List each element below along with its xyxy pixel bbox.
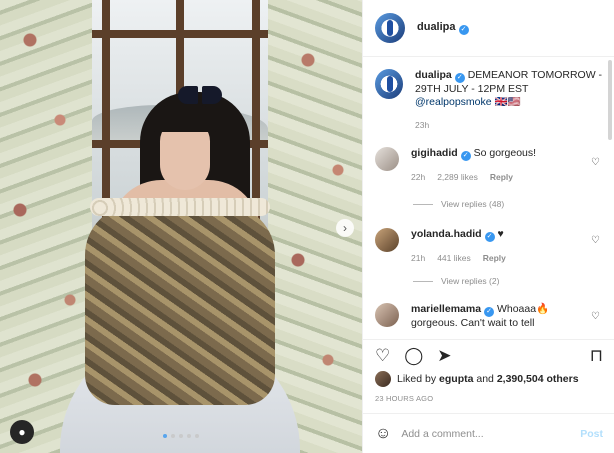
verified-badge-icon: ✓ — [484, 232, 495, 242]
avatar[interactable] — [375, 13, 405, 43]
figure-bangs — [152, 104, 218, 132]
post-side-panel: dualipa ✓ dualipa ✓ DEMEANOR TOMORROW - 29… — [362, 0, 614, 453]
heart-icon[interactable]: ♡ — [591, 235, 600, 246]
avatar[interactable] — [375, 371, 391, 387]
caption-mention[interactable]: @realpopsmoke — [415, 96, 492, 108]
view-replies-label: View replies (48) — [441, 199, 505, 209]
avatar[interactable] — [375, 303, 399, 327]
reply-button[interactable]: Reply — [490, 172, 513, 182]
comment-item: yolanda.hadid ✓ ♥ 21h 441 likes Reply — [375, 228, 605, 263]
liked-by-user[interactable]: egupta — [439, 373, 473, 385]
caption-text: dualipa ✓ DEMEANOR TOMORROW - 29TH JULY -… — [415, 69, 605, 109]
carousel-dot — [187, 434, 191, 438]
liked-by-count[interactable]: 2,390,504 others — [497, 373, 579, 385]
reply-button[interactable]: Reply — [483, 253, 506, 263]
add-comment-bar: ☺ Post — [363, 413, 614, 453]
carousel-dot — [179, 434, 183, 438]
verified-badge-icon: ✓ — [484, 307, 495, 317]
comment-username[interactable]: mariellemama — [411, 303, 481, 315]
figure-bow — [178, 84, 222, 106]
comment-icon[interactable]: ◯ — [404, 346, 423, 366]
avatar[interactable] — [375, 228, 399, 252]
scrollbar[interactable] — [608, 60, 612, 140]
figure-ruffle — [90, 198, 270, 216]
heart-icon[interactable]: ♡ — [591, 311, 600, 322]
verified-badge-icon: ✓ — [458, 25, 469, 35]
comment-username[interactable]: gigihadid — [411, 147, 458, 159]
likes-summary: Liked by egupta and 2,390,504 others — [375, 371, 579, 387]
post-header: dualipa ✓ — [363, 0, 614, 57]
comment-likes[interactable]: 441 likes — [437, 253, 471, 263]
comment-time[interactable]: 21h — [411, 253, 425, 263]
liked-by-prefix: Liked by — [397, 373, 437, 385]
avatar[interactable] — [375, 147, 399, 171]
share-icon[interactable]: ➤ — [437, 346, 451, 366]
post-photo[interactable]: › ● — [0, 0, 362, 453]
comment-likes[interactable]: 2,289 likes — [437, 172, 478, 182]
comment-time[interactable]: 22h — [411, 172, 425, 182]
heart-icon[interactable]: ♡ — [375, 346, 390, 366]
view-replies-button[interactable]: View replies (2) — [413, 276, 499, 286]
verified-badge-icon: ✓ — [454, 73, 465, 83]
carousel-dots — [163, 434, 199, 438]
comment-item: gigihadid ✓ So gorgeous! 22h 2,289 likes … — [375, 147, 605, 182]
avatar[interactable] — [375, 69, 403, 99]
comment-text: ♥ — [497, 228, 504, 240]
comment-text: So gorgeous! — [473, 147, 537, 159]
comment-item: mariellemama ✓ Whoaaa🔥 gorgeous. Can't wa… — [375, 303, 605, 330]
chevron-right-icon[interactable]: › — [336, 219, 354, 237]
action-bar: ♡ ◯ ➤ ⊓ — [363, 339, 614, 371]
figure-dress — [85, 205, 275, 405]
user-tag-icon[interactable]: ● — [10, 420, 34, 444]
bookmark-icon[interactable]: ⊓ — [590, 346, 603, 366]
carousel-dot — [195, 434, 199, 438]
carousel-dot — [163, 434, 167, 438]
header-username[interactable]: dualipa — [417, 21, 456, 33]
liked-by-and: and — [476, 373, 494, 385]
caption-time[interactable]: 23h — [415, 120, 605, 130]
verified-badge-icon: ✓ — [460, 151, 471, 161]
carousel-dot — [171, 434, 175, 438]
caption-flags: 🇬🇧🇺🇸 — [494, 96, 521, 108]
comment-username[interactable]: yolanda.hadid — [411, 228, 482, 240]
caption: dualipa ✓ DEMEANOR TOMORROW - 29TH JULY -… — [375, 69, 605, 130]
emoji-icon[interactable]: ☺ — [375, 425, 391, 443]
comment-input[interactable] — [401, 427, 571, 440]
heart-icon[interactable]: ♡ — [591, 157, 600, 168]
caption-username[interactable]: dualipa — [415, 69, 452, 81]
posted-time[interactable]: 23 HOURS AGO — [375, 394, 433, 403]
post-button[interactable]: Post — [580, 428, 603, 440]
view-replies-button[interactable]: View replies (48) — [413, 199, 504, 209]
view-replies-label: View replies (2) — [441, 276, 500, 286]
